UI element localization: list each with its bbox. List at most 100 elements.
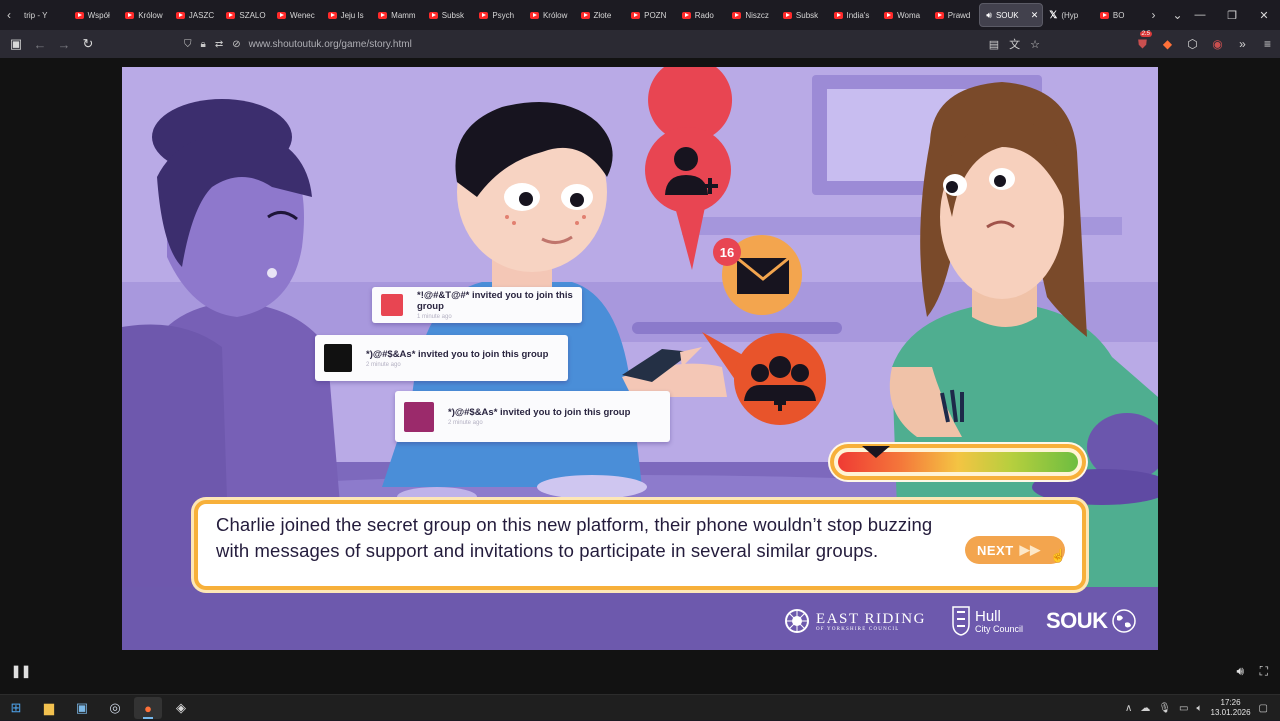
lock-icon[interactable]: 🔒︎ [201,39,206,50]
reader-view-icon[interactable]: ▤ [989,38,999,51]
taskbar: ⊞ ▆ ▣ ◎ ● ◈ ∧ ☁ 🎙︎ ▭ 🔈︎ 17:26 13.01.2026… [0,694,1280,720]
tab[interactable]: Psych [473,3,524,27]
hull-logo: Hull City Council [952,603,1023,639]
tab[interactable]: 𝕏 (Hyp [1043,3,1094,27]
monitor-icon[interactable]: ▭ [1179,703,1188,714]
notification-time: 2 minute ago [366,361,401,368]
volume-icon[interactable]: 🔊︎ [1236,664,1244,679]
close-window-icon[interactable]: ✕ [1248,0,1280,30]
app-icon[interactable]: ◈ [167,697,195,719]
youtube-icon [529,11,539,19]
hull-shield-icon [952,606,970,636]
firefox-icon[interactable]: ● [134,697,162,719]
tab[interactable]: Królow [119,3,170,27]
steam-icon[interactable]: ◎ [101,697,129,719]
translate-icon[interactable]: 文 [1009,36,1020,52]
url-text[interactable]: www.shoutoutuk.org/game/story.html [249,39,412,50]
souk-logo: SOUK [1046,603,1137,639]
youtube-icon [428,11,438,19]
tab-label: Jeju Is [340,10,364,20]
east-riding-title: EAST RIDING [816,610,926,627]
tab[interactable]: Niszcz [726,3,777,27]
souk-wordmark: SOUK [1046,608,1108,633]
speaker-tray-icon[interactable]: 🔈︎ [1197,703,1203,714]
system-tray: ∧ ☁ 🎙︎ ▭ 🔈︎ 17:26 13.01.2026 ▢ [1125,695,1268,721]
fullscreen-icon[interactable]: ⛶ [1260,664,1268,679]
microphone-icon[interactable]: 🎙︎ [1158,703,1171,714]
sidebar-toggle-icon[interactable]: ▣ [4,32,28,56]
tab[interactable]: BO [1094,3,1145,27]
east-riding-subtitle: OF YORKSHIRE COUNCIL [816,626,900,632]
minimize-icon[interactable]: — [1184,0,1216,30]
youtube-icon [226,11,236,19]
windows-start-icon[interactable]: ⊞ [2,697,30,719]
tab[interactable]: Mamm [372,3,423,27]
tab-label: Królow [138,10,163,20]
tab-label: Woma [897,10,921,20]
tab-label: Psych [492,10,515,20]
tab-label: Królow [542,10,568,20]
permissions-icon[interactable]: ⇄ [215,39,223,50]
tab[interactable]: Subsk [423,3,474,27]
tab[interactable]: JASZC [170,3,221,27]
tab-close-icon[interactable]: ✕ [1031,10,1039,21]
tab[interactable]: POZN [625,3,676,27]
network-icon[interactable]: ☁ [1140,703,1150,714]
youtube-icon [782,11,792,19]
tab[interactable]: Królow [524,3,575,27]
meter-marker-icon [862,446,890,458]
app-window-icon[interactable]: ▣ [68,697,96,719]
forward-button[interactable]: → [52,32,76,56]
tab[interactable]: SZALO [220,3,271,27]
tray-overflow-icon[interactable]: ∧ [1125,703,1132,714]
tab[interactable]: Wenec [271,3,322,27]
file-explorer-icon[interactable]: ▆ [35,697,63,719]
notification-time: 1 minute ago [417,314,452,320]
speaker-icon[interactable]: 🔊︎ [986,10,992,21]
fox-extension-icon[interactable]: ◆ [1155,37,1180,51]
tab[interactable]: Woma [878,3,929,27]
hand-cursor-icon: ☝ [1050,548,1067,563]
globe-icon [1111,609,1136,633]
autoplay-blocked-icon[interactable]: ⊘ [232,39,240,50]
reload-button[interactable]: ↻ [76,32,100,56]
player-controls: ❚❚ 🔊︎ ⛶ [0,658,1280,686]
notifications-icon[interactable]: ▢ [1259,703,1268,714]
tab-label: Wenec [289,10,315,20]
hull-title: Hull [975,607,1001,625]
extensions-puzzle-icon[interactable]: ⬡ [1180,37,1205,51]
tab-label: Niszcz [745,10,769,20]
tab-active[interactable]: 🔊︎ SOUK ✕ [979,3,1044,27]
tab[interactable]: Prawd [929,3,980,27]
tab[interactable]: Współ [69,3,120,27]
youtube-icon [884,11,894,19]
tab[interactable]: India's [828,3,879,27]
tab[interactable]: Złote [575,3,626,27]
bookmark-star-icon[interactable]: ☆ [1030,38,1040,51]
tab-label: POZN [644,10,667,20]
overflow-menu-icon[interactable]: » [1230,37,1255,51]
pause-icon[interactable]: ❚❚ [11,664,31,678]
rose-crest-icon [785,609,809,633]
tracking-protection-icon[interactable]: ⛉ [184,39,192,50]
hull-subtitle: City Council [975,623,1024,634]
tab[interactable]: Subsk [777,3,828,27]
ublock-extension-icon[interactable]: ⛊ 2.5 [1130,30,1155,52]
tab-scroll-right-icon[interactable]: › [1144,0,1162,30]
restore-icon[interactable]: ❐ [1216,0,1248,30]
url-bar[interactable]: ⛉ 🔒︎ ⇄ ⊘ www.shoutoutuk.org/game/story.h… [176,33,1050,55]
tab[interactable]: Rado [676,3,727,27]
back-button[interactable]: ← [28,32,52,56]
tab-label: Złote [593,10,612,20]
youtube-icon [276,11,286,19]
hamburger-menu-icon[interactable]: ≡ [1255,37,1280,51]
tab[interactable]: trip - Y [18,3,69,27]
clock[interactable]: 17:26 13.01.2026 [1211,698,1251,718]
tab[interactable]: Jeju Is [322,3,373,27]
extensions-toolbar: ⛊ 2.5 ◆ ⬡ ◉ » ≡ [1130,30,1280,58]
tab-scroll-left-icon[interactable]: ‹ [0,0,18,30]
story-text: Charlie joined the secret group on this … [216,514,933,561]
tab-label: SZALO [239,10,266,20]
tab-label: Prawd [947,10,971,20]
addon-extension-icon[interactable]: ◉ [1205,37,1230,51]
